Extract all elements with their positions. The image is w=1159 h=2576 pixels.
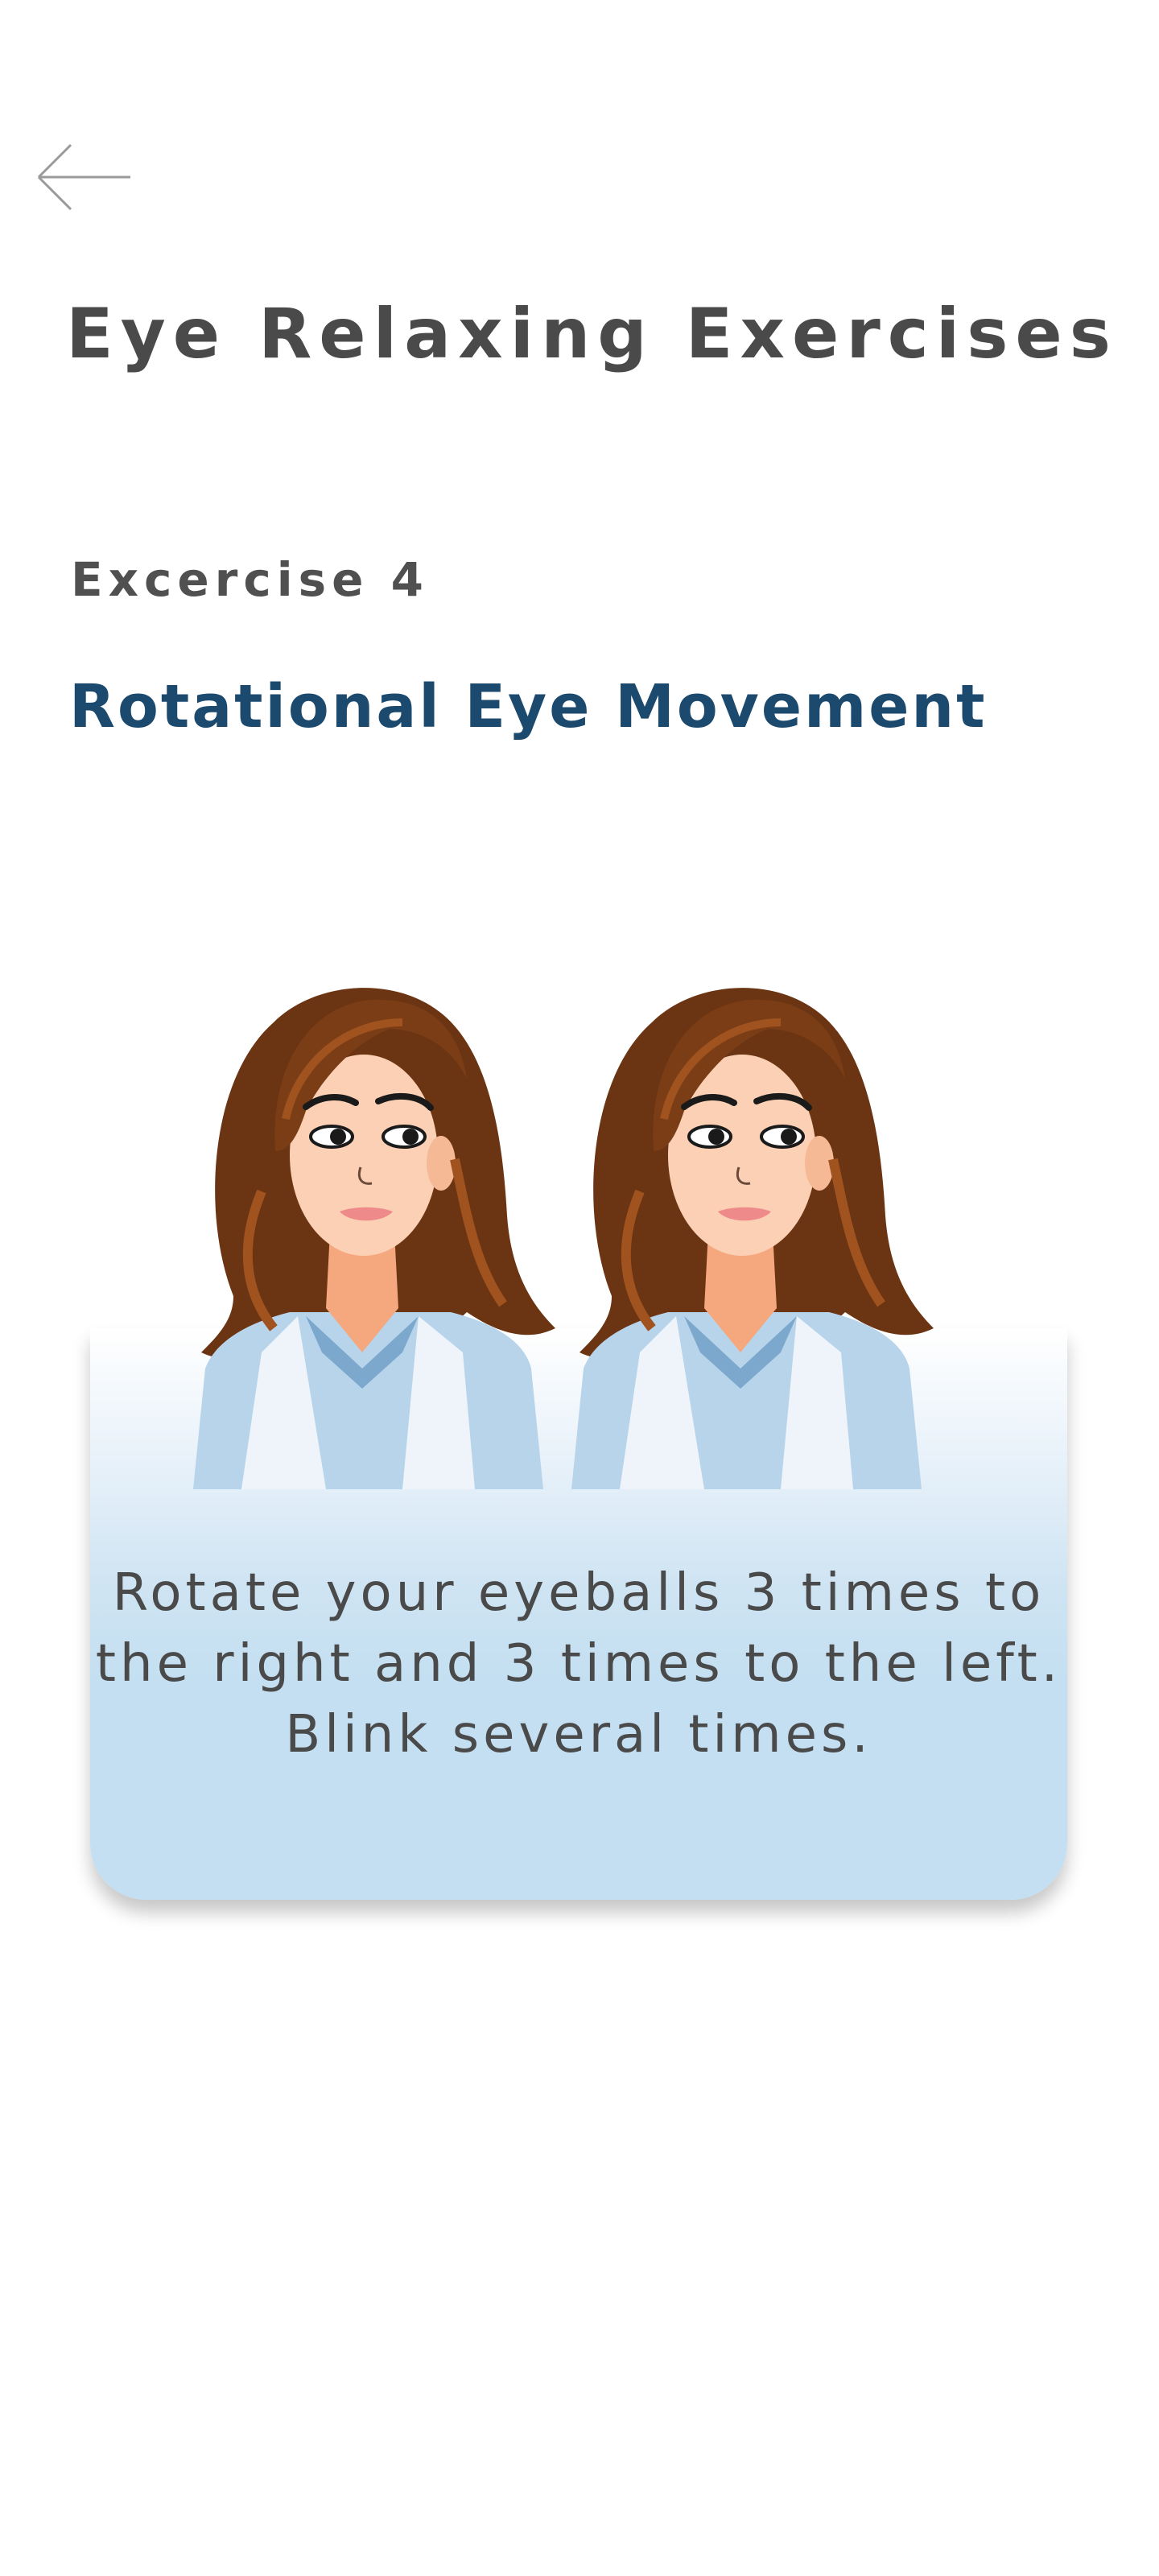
woman-right-figure bbox=[571, 988, 934, 1489]
woman-left-figure bbox=[193, 988, 555, 1489]
arrow-left-icon bbox=[37, 143, 130, 211]
back-button[interactable] bbox=[32, 137, 137, 217]
exercise-illustration bbox=[185, 950, 958, 1513]
page-title: Eye Relaxing Exercises bbox=[66, 294, 1118, 374]
exercise-instruction: Rotate your eyeballs 3 times to the righ… bbox=[95, 1563, 1062, 1765]
exercise-name: Rotational Eye Movement bbox=[69, 672, 988, 741]
exercise-number: Excercise 4 bbox=[71, 552, 430, 607]
